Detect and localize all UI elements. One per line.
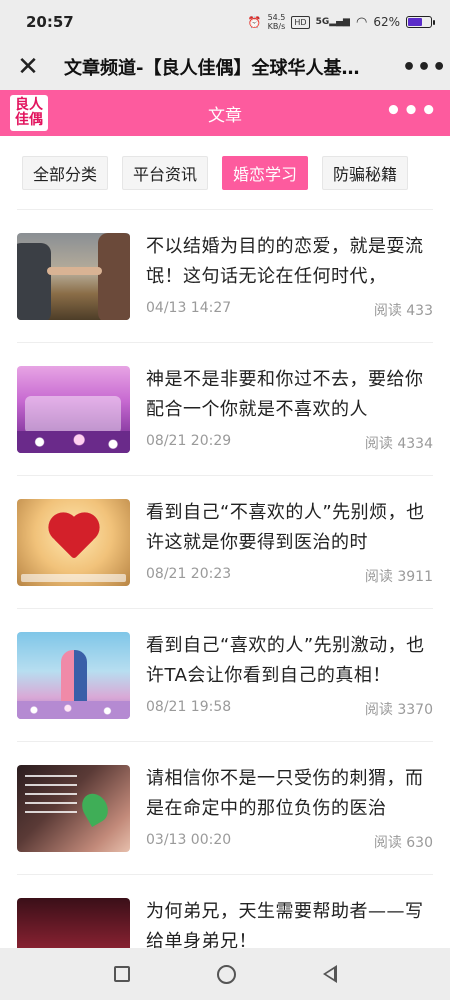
article-thumbnail bbox=[17, 233, 130, 320]
article-date: 04/13 14:27 bbox=[146, 300, 232, 316]
system-nav-bar bbox=[0, 948, 450, 1000]
article-thumbnail bbox=[17, 632, 130, 719]
article-date: 08/21 20:29 bbox=[146, 433, 232, 449]
logo-line-2: 佳偶 bbox=[15, 112, 43, 128]
article-thumbnail bbox=[17, 765, 130, 852]
article-title: 看到自己“不喜欢的人”先别烦，也许这就是你要得到医治的时 bbox=[146, 502, 425, 553]
article-read-count: 阅读 4334 bbox=[364, 436, 433, 452]
brand-logo[interactable]: 良人 佳偶 bbox=[10, 95, 48, 131]
network-speed-unit: KB/s bbox=[267, 22, 286, 31]
signal-5g-icon: 5G▂▄▆ bbox=[315, 17, 350, 27]
header-more-button[interactable]: ••• bbox=[385, 98, 438, 124]
leaf-icon bbox=[77, 789, 113, 827]
header-title: 文章 bbox=[208, 105, 242, 126]
thumbnail-shape bbox=[17, 431, 130, 453]
article-read-count: 阅读 630 bbox=[373, 835, 433, 851]
article-date: 03/13 00:20 bbox=[146, 832, 232, 848]
thumbnail-shape bbox=[47, 267, 102, 275]
article-item[interactable]: 不以结婚为目的的恋爱，就是耍流氓！这句话无论在任何时代， 04/13 14:27… bbox=[17, 210, 433, 343]
thumbnail-shape bbox=[17, 243, 51, 320]
network-speed-value: 54.5 bbox=[267, 13, 286, 22]
article-item[interactable]: 看到自己“不喜欢的人”先别烦，也许这就是你要得到医治的时 08/21 20:23… bbox=[17, 476, 433, 609]
close-button[interactable]: ✕ bbox=[14, 53, 42, 81]
wifi-icon: ◠ bbox=[355, 14, 368, 30]
tab-platform-news[interactable]: 平台资讯 bbox=[122, 156, 209, 190]
article-read-count: 阅读 433 bbox=[373, 303, 433, 319]
article-thumbnail bbox=[17, 898, 130, 948]
article-thumbnail bbox=[17, 499, 130, 586]
thumbnail-shape bbox=[98, 233, 130, 320]
more-menu-button[interactable]: ••• bbox=[402, 55, 446, 80]
tab-anti-fraud[interactable]: 防骗秘籍 bbox=[322, 156, 409, 190]
status-time: 20:57 bbox=[26, 13, 74, 31]
hd-icon: HD bbox=[291, 15, 310, 29]
article-title: 为何弟兄，天生需要帮助者——写给单身弟兄！ bbox=[146, 901, 424, 948]
home-icon[interactable] bbox=[216, 964, 236, 984]
article-item[interactable]: 请相信你不是一只受伤的刺猬，而是在命定中的那位负伤的医治 03/13 00:20… bbox=[17, 742, 433, 875]
battery-fill bbox=[408, 18, 422, 26]
article-thumbnail bbox=[17, 366, 130, 453]
article-list: 不以结婚为目的的恋爱，就是耍流氓！这句话无论在任何时代， 04/13 14:27… bbox=[0, 210, 450, 948]
thumbnail-shape bbox=[61, 650, 87, 706]
category-tabs: 全部分类 平台资讯 婚恋学习 防骗秘籍 bbox=[0, 136, 450, 210]
article-date: 08/21 20:23 bbox=[146, 566, 232, 582]
article-title: 看到自己“喜欢的人”先别激动，也许TA会让你看到自己的真相！ bbox=[146, 635, 425, 686]
status-icons: ⏰ 54.5 KB/s HD 5G▂▄▆ ◠ 62% bbox=[247, 13, 435, 31]
thumbnail-shape bbox=[17, 701, 130, 719]
close-icon: ✕ bbox=[17, 52, 39, 82]
article-title: 请相信你不是一只受伤的刺猬，而是在命定中的那位负伤的医治 bbox=[146, 768, 424, 819]
app-header: 良人 佳偶 文章 ••• bbox=[0, 90, 450, 136]
battery-percent: 62% bbox=[373, 15, 400, 29]
tab-all-categories[interactable]: 全部分类 bbox=[22, 156, 109, 190]
battery-icon bbox=[406, 16, 435, 28]
article-title: 不以结婚为目的的恋爱，就是耍流氓！这句话无论在任何时代， bbox=[146, 236, 424, 287]
article-item[interactable]: 为何弟兄，天生需要帮助者——写给单身弟兄！ bbox=[17, 875, 433, 948]
thumbnail-shape bbox=[25, 775, 77, 819]
title-bar: ✕ 文章频道-【良人佳偶】全球华人基… ••• bbox=[0, 44, 450, 90]
thumbnail-shape bbox=[21, 574, 126, 582]
page-title: 文章频道-【良人佳偶】全球华人基… bbox=[64, 58, 360, 79]
logo-line-1: 良人 bbox=[15, 97, 43, 113]
article-read-count: 阅读 3370 bbox=[364, 702, 433, 718]
tab-marriage-learning[interactable]: 婚恋学习 bbox=[222, 156, 309, 190]
article-title: 神是不是非要和你过不去，要给你配合一个你就是不喜欢的人 bbox=[146, 369, 424, 420]
status-bar: 20:57 ⏰ 54.5 KB/s HD 5G▂▄▆ ◠ 62% bbox=[0, 0, 450, 44]
signal-label: 5G bbox=[315, 17, 330, 27]
article-item[interactable]: 神是不是非要和你过不去，要给你配合一个你就是不喜欢的人 08/21 20:29 … bbox=[17, 343, 433, 476]
article-date: 08/21 19:58 bbox=[146, 699, 232, 715]
thumbnail-shape bbox=[25, 396, 121, 434]
back-icon[interactable] bbox=[322, 965, 337, 983]
article-item[interactable]: 看到自己“喜欢的人”先别激动，也许TA会让你看到自己的真相！ 08/21 19:… bbox=[17, 609, 433, 742]
heart-icon bbox=[52, 516, 96, 560]
article-read-count: 阅读 3911 bbox=[364, 569, 433, 585]
network-speed: 54.5 KB/s bbox=[268, 13, 286, 31]
alarm-icon: ⏰ bbox=[247, 15, 262, 29]
recent-apps-icon[interactable] bbox=[113, 966, 130, 982]
